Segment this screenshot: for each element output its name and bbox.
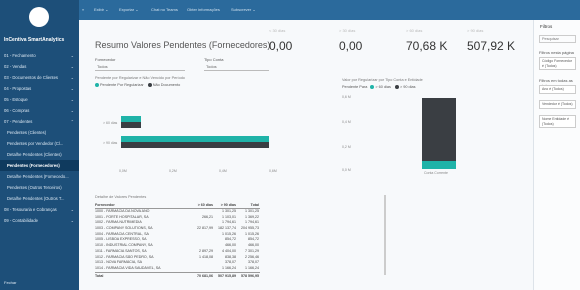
chart2-ytick: 0,2 M [342,145,351,149]
nav-item-estoque[interactable]: 05 - Estoque ⌄ [0,94,79,105]
supplier-filter-label: Fornecedor [95,57,116,62]
legend-dot-teal [370,85,375,89]
legend-dot-teal [95,83,99,87]
nav-menu: 01 - Fechamento ⌄ 02 - Vendas ⌄ 03 - Docum… [0,50,79,226]
nav-item-fechamento[interactable]: 01 - Fechamento ⌄ [0,50,79,61]
chart1-xtick: 0,0M [119,169,127,173]
chevron-up-icon: ⌃ [70,119,74,124]
table-total-row: Total 70 681,06 507 915,89 578 596,95 [95,271,260,278]
view-menu[interactable]: Exibir ⌄ [94,7,108,12]
account-type-filter-label: Tipo Conta [204,57,224,62]
nav-subitem-detalhe-clientes[interactable]: Detalhe Pendentes (Clientes) [0,149,79,160]
chevron-down-icon: ⌄ [70,64,74,69]
nav-item-pendentes[interactable]: 07 - Pendentes ⌃ [0,116,79,127]
nav-item-contabilidade[interactable]: 09 - Contabilidade ⌄ [0,215,79,226]
legend-dot-dark [395,85,399,89]
chart1-xtick: 0,4M [219,169,227,173]
filter-card[interactable]: Código Fornecedor é (Todos) [539,57,576,70]
chart2-ytick: 0,0 M [342,168,351,172]
chart2-legend: Pendente Para > 60 dias > 90 dias [342,85,416,89]
filters-section-page: Filtros nesta página [539,50,574,55]
page-scrollbar[interactable] [384,195,386,275]
nav-item-vendas[interactable]: 02 - Vendas ⌄ [0,61,79,72]
kpi-card: > 60 dias 70,68 K [406,28,448,53]
chart1-bar[interactable] [121,142,269,148]
page-title: Resumo Valores Pendentes (Fornecedores) [95,40,271,50]
sidebar: InCentiva SmartAnalytics 01 - Fechamento… [0,0,79,290]
close-nav-button[interactable]: Fechar [4,280,16,285]
kpi-card: < 30 dias 0,00 [269,28,293,53]
chart2-bar[interactable] [422,98,456,161]
kpi-card: > 90 dias 507,92 K [467,28,516,53]
chart2-title: Valor por Regularizar por Tipo Conta e E… [342,78,423,82]
chart2-bar[interactable] [422,161,456,169]
filter-card[interactable]: Ano é (Todos) [539,85,576,94]
chevron-down-icon: ⌄ [70,108,74,113]
nav-item-documentos-clientes[interactable]: 03 - Documentos de Clientes ⌄ [0,72,79,83]
brand-name: InCentiva SmartAnalytics [4,37,65,43]
nav-subitem-pendentes-clientes[interactable]: Pendentes (Clientes) [0,127,79,138]
kpi-card: > 30 dias 0,00 [339,28,363,53]
subscribe-menu[interactable]: Subscrever ⌄ [231,7,256,12]
app-logo [29,7,49,27]
table-title: Detalhe de Valores Pendentes [95,195,147,199]
chart2-ytick: 0,6 M [342,95,351,99]
chevron-down-icon: ⌄ [70,53,74,58]
chart1-xtick: 0,2M [169,169,177,173]
chevron-down-icon: ⌄ [70,75,74,80]
chevron-down-icon: ⌄ [70,97,74,102]
chevron-down-icon: ⌄ [70,86,74,91]
filter-card[interactable]: Nome Entidade é (Todos) [539,115,576,128]
chart1-ylabel: > 90 dias [103,141,118,145]
chart2-xlabel: Conta Corrente [424,171,448,175]
nav-item-compras[interactable]: 06 - Compras ⌄ [0,105,79,116]
nav-subitem-pendentes-outros[interactable]: Pendentes (Outros Terceiros) [0,182,79,193]
chart1-ylabel: > 60 dias [103,121,118,125]
filter-card[interactable]: Vendedor é (Todos) [539,100,576,109]
filters-pane: Filtros Pesquisar Filtros nesta página C… [533,20,580,290]
chevron-down-icon: ⌄ [70,207,74,212]
nav-subitem-detalhe-outros[interactable]: Detalhe Pendentes (Outros T... [0,193,79,204]
nav-subitem-detalhe-fornecedores[interactable]: Detalhe Pendentes (Fornecedo... [0,171,79,182]
export-menu[interactable]: Exportar ⌄ [119,7,139,12]
chevron-down-icon: ⌄ [70,218,74,223]
nav-item-tesouraria[interactable]: 08 - Tesouraria e Cobranças ⌄ [0,204,79,215]
toolbar: « Exibir ⌄ Exportar ⌄ Chat no Teams Obte… [79,0,580,20]
chart1-xtick: 0,6M [269,169,277,173]
teams-chat-button[interactable]: Chat no Teams [151,7,178,12]
table-row[interactable]: 1014 - FARMÁCIA VIDA SAUDÁVEL, SA 1 166,2… [95,266,260,272]
table-header: Fornecedor > 60 dias > 90 dias Total [95,203,260,209]
filters-search-input[interactable]: Pesquisar [539,35,576,43]
report-canvas: Resumo Valores Pendentes (Fornecedores) … [79,20,533,290]
pending-table: Fornecedor > 60 dias > 90 dias Total 100… [95,202,260,279]
nav-subitem-pendentes-fornecedores[interactable]: Pendentes (Fornecedores) [0,160,79,171]
account-type-filter-select[interactable]: Todos [204,63,269,71]
get-insights-button[interactable]: Obter informações [187,7,220,12]
filters-header: Filtros [540,24,553,29]
nav-item-propostas[interactable]: 04 - Propostas ⌄ [0,83,79,94]
chart2-ytick: 0,4 M [342,120,351,124]
legend-dot-dark [147,83,152,87]
supplier-filter-select[interactable]: Todos [95,63,185,71]
chart1-bar[interactable] [121,122,141,128]
collapse-nav-button[interactable]: « [82,7,84,12]
chart1-legend: Pendente Por Regularizar Não Documento [95,83,180,87]
chart1-title: Pendente por Regularizar e Não Vencido p… [95,76,185,80]
nav-subitem-pendentes-vendedor[interactable]: Pendentes por Vendedor (Cl... [0,138,79,149]
